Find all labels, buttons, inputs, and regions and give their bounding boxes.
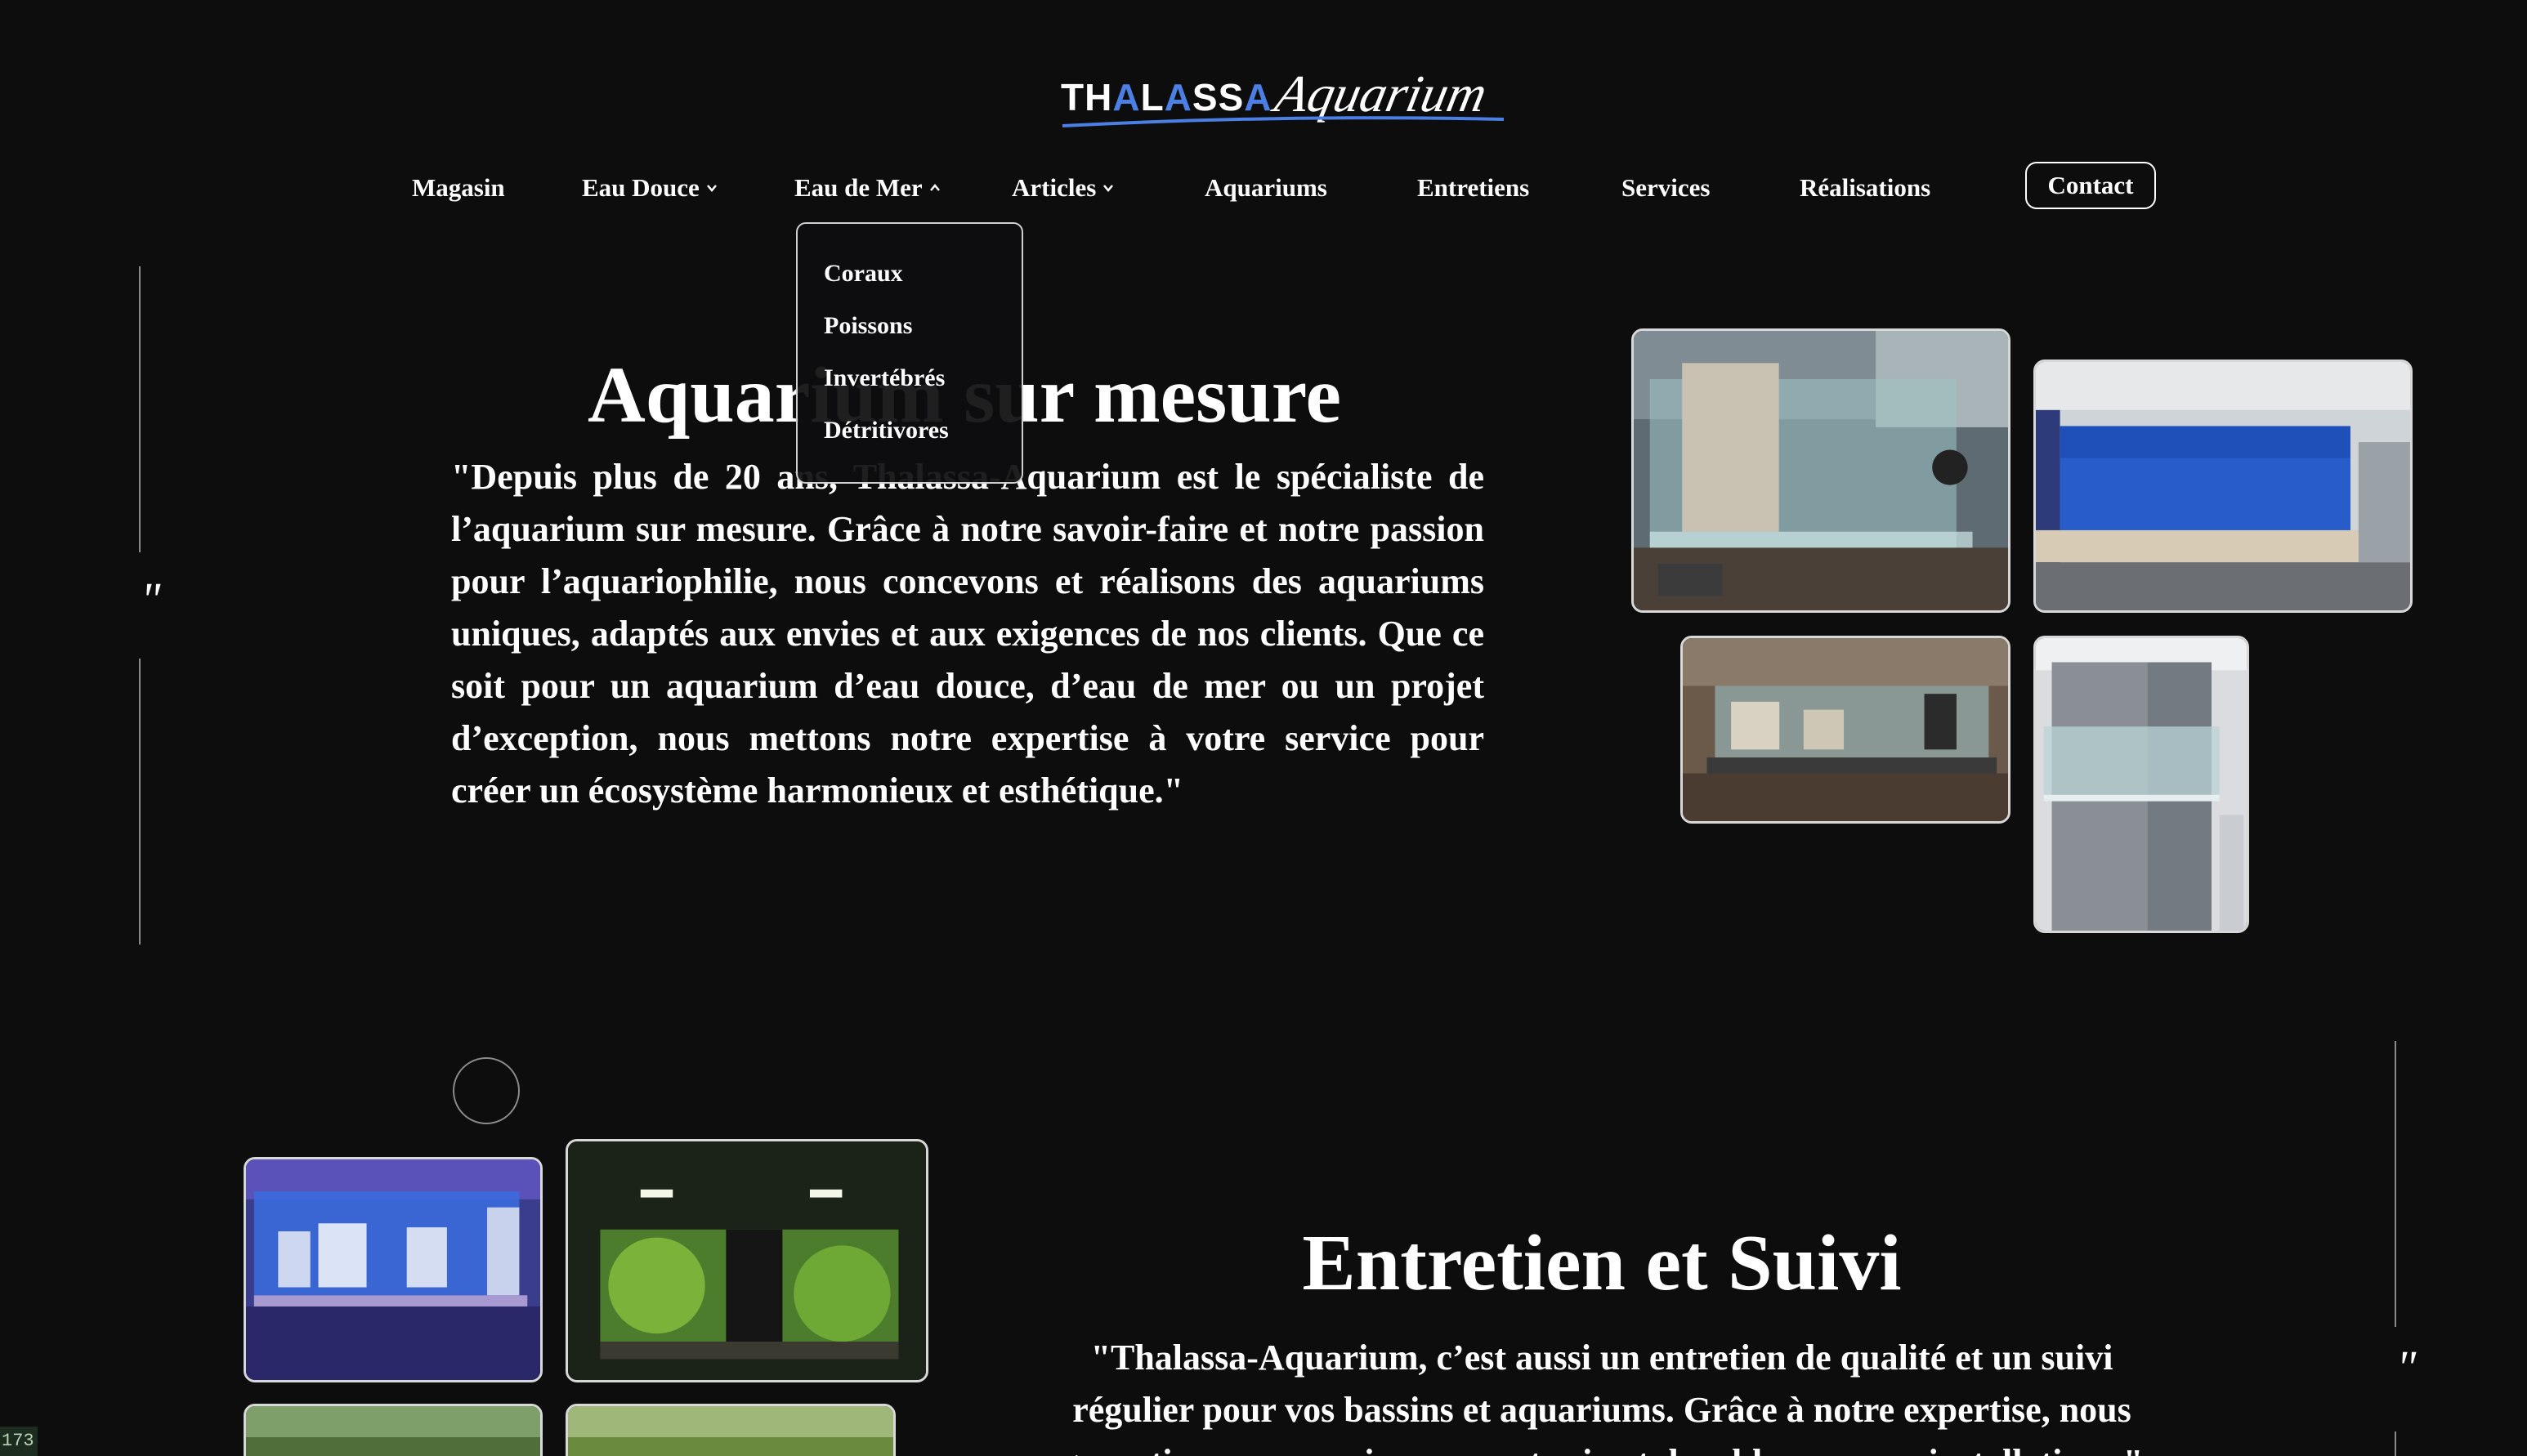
contact-button[interactable]: Contact xyxy=(2025,162,2156,209)
aquarium-photo[interactable] xyxy=(244,1157,543,1382)
nav-item-label: Aquariums xyxy=(1205,173,1327,202)
aquarium-photo[interactable] xyxy=(2033,360,2413,613)
corner-badge: 173 xyxy=(0,1427,38,1456)
aquarium-photo[interactable] xyxy=(2033,636,2249,933)
nav-item-label: Magasin xyxy=(412,173,505,202)
nav-item-entretiens[interactable]: Entretiens xyxy=(1417,173,1529,203)
aquarium-column-image xyxy=(2036,638,2247,931)
nav-item-label: Eau Douce xyxy=(582,173,700,202)
aquarium-blue-tank-image xyxy=(2036,362,2410,610)
nav-item-label: Eau de Mer xyxy=(794,173,923,202)
nav-item-label: Entretiens xyxy=(1417,173,1530,202)
logo-swoosh-icon xyxy=(1062,116,1505,127)
main-nav: Magasin Eau Douce Eau de Mer Articles Aq… xyxy=(0,162,2527,219)
aquarium-photo[interactable] xyxy=(1631,328,2010,613)
dropdown-item-invertebres[interactable]: Invertébrés xyxy=(824,364,945,392)
eau-de-mer-dropdown: Coraux Poissons Invertébrés Détritivores xyxy=(796,222,1023,484)
nav-item-realisations[interactable]: Réalisations xyxy=(1800,173,1930,203)
section-text: "Depuis plus de 20 ans, Thalassa-Aquariu… xyxy=(451,457,1484,811)
aquarium-planted-image xyxy=(568,1141,926,1380)
section-divider-line xyxy=(2395,1041,2396,1327)
chevron-down-icon xyxy=(1103,185,1114,192)
nav-item-label: Articles xyxy=(1012,173,1097,202)
section-divider-line xyxy=(2395,1431,2396,1456)
aquarium-blue-light-image xyxy=(246,1159,540,1380)
nav-item-articles[interactable]: Articles xyxy=(1012,173,1114,203)
aquarium-workshop-image xyxy=(1634,331,2008,610)
dropdown-item-detritivores[interactable]: Détritivores xyxy=(824,417,949,444)
dropdown-item-coraux[interactable]: Coraux xyxy=(824,260,903,288)
pond-lawn-image xyxy=(568,1406,893,1456)
section-divider-line xyxy=(139,659,141,945)
carousel-control-button[interactable] xyxy=(453,1057,520,1124)
section-divider-line xyxy=(139,266,141,552)
aquarium-photo[interactable] xyxy=(566,1139,928,1382)
nav-item-magasin[interactable]: Magasin xyxy=(412,173,505,203)
nav-item-label: Services xyxy=(1621,173,1711,202)
chevron-up-icon xyxy=(929,184,940,191)
quote-mark-icon: " xyxy=(2396,1341,2417,1394)
site-logo[interactable]: THALASSA Aquarium xyxy=(1054,64,1512,131)
nav-item-services[interactable]: Services xyxy=(1621,173,1710,203)
nav-item-aquariums[interactable]: Aquariums xyxy=(1205,173,1327,203)
pond-photo[interactable] xyxy=(244,1404,543,1456)
pond-garden-image xyxy=(246,1406,540,1456)
section-text: "Thalassa-Aquarium, c’est aussi un entre… xyxy=(1061,1338,2144,1456)
quote-mark-icon: " xyxy=(141,573,161,626)
aquarium-cellar-image xyxy=(1683,638,2008,821)
section-title: Entretien et Suivi xyxy=(1302,1219,1902,1307)
chevron-down-icon xyxy=(706,185,717,192)
pond-photo[interactable] xyxy=(566,1404,896,1456)
aquarium-photo[interactable] xyxy=(1680,636,2010,824)
nav-item-label: Réalisations xyxy=(1800,173,1931,202)
dropdown-item-poissons[interactable]: Poissons xyxy=(824,312,912,340)
nav-item-eau-de-mer[interactable]: Eau de Mer xyxy=(794,173,941,203)
nav-item-eau-douce[interactable]: Eau Douce xyxy=(582,173,718,203)
